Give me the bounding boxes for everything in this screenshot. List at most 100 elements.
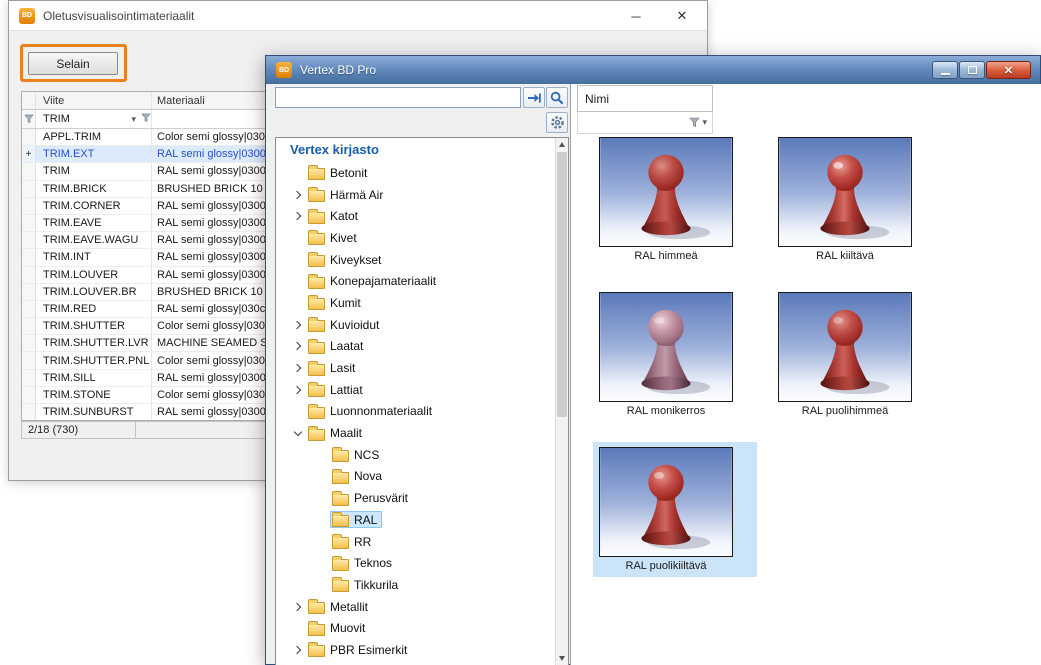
material-preview-pawn[interactable] bbox=[599, 447, 733, 557]
tree-item-kumit[interactable]: Kumit bbox=[276, 292, 568, 314]
tree-item-lattiat[interactable]: Lattiat bbox=[276, 379, 568, 401]
cell-viite: TRIM.LOUVER.BR bbox=[36, 284, 152, 300]
window-title: Vertex BD Pro bbox=[300, 63, 376, 77]
scroll-up-icon[interactable] bbox=[556, 138, 568, 151]
material-item-ral-kiiltava[interactable]: RAL kiiltävä bbox=[772, 132, 936, 267]
library-tree-panel[interactable]: Vertex kirjasto Betonit Härmä Air Katot … bbox=[275, 137, 569, 665]
folder-icon bbox=[332, 580, 349, 592]
tree-item-label: Katot bbox=[330, 209, 358, 223]
folder-icon bbox=[308, 407, 325, 419]
tree-item-luonnonmateriaalit[interactable]: Luonnonmateriaalit bbox=[276, 401, 568, 423]
tree-item-muovit[interactable]: Muovit bbox=[276, 617, 568, 639]
tree-item-label: Betonit bbox=[330, 166, 367, 180]
tree-item-rr[interactable]: RR bbox=[276, 531, 568, 553]
chevron-right-icon[interactable] bbox=[290, 642, 306, 658]
tree-root-label[interactable]: Vertex kirjasto bbox=[276, 138, 568, 162]
tree-item-lasit[interactable]: Lasit bbox=[276, 357, 568, 379]
chevron-right-icon[interactable] bbox=[290, 599, 306, 615]
tree-item-betonit[interactable]: Betonit bbox=[276, 162, 568, 184]
folder-icon bbox=[308, 233, 325, 245]
maximize-button[interactable] bbox=[959, 61, 985, 79]
go-arrow-button[interactable] bbox=[523, 87, 545, 108]
settings-button[interactable] bbox=[546, 112, 568, 133]
search-button[interactable] bbox=[546, 87, 568, 108]
tree-item-konepajamateriaalit[interactable]: Konepajamateriaalit bbox=[276, 270, 568, 292]
material-item-ral-monikerros[interactable]: RAL monikerros bbox=[593, 287, 757, 422]
row-marker bbox=[22, 249, 36, 265]
folder-icon bbox=[332, 450, 349, 462]
scroll-down-icon[interactable] bbox=[556, 652, 568, 665]
tree-item-kivet[interactable]: Kivet bbox=[276, 227, 568, 249]
row-marker bbox=[22, 284, 36, 300]
folder-icon bbox=[308, 385, 325, 397]
tree-item-label: Kiveykset bbox=[330, 253, 381, 267]
tree-item-ral-selected[interactable]: RAL bbox=[276, 509, 568, 531]
row-marker bbox=[22, 404, 36, 420]
folder-icon bbox=[332, 537, 349, 549]
chevron-right-icon[interactable] bbox=[290, 317, 306, 333]
cell-viite: TRIM.SILL bbox=[36, 370, 152, 386]
tree-item-harma-air[interactable]: Härmä Air bbox=[276, 184, 568, 206]
tree-item-tikkurila[interactable]: Tikkurila bbox=[276, 574, 568, 596]
chevron-right-icon[interactable] bbox=[290, 338, 306, 354]
material-item-ral-himmea[interactable]: RAL himmeä bbox=[593, 132, 757, 267]
tree-item-label: PBR Esimerkit bbox=[330, 643, 407, 657]
tree-item-label: Härmä Air bbox=[330, 188, 383, 202]
tree-item-nova[interactable]: Nova bbox=[276, 466, 568, 488]
row-marker bbox=[22, 335, 36, 351]
chevron-down-icon[interactable] bbox=[290, 425, 306, 441]
minimize-button[interactable] bbox=[932, 61, 958, 79]
column-header-viite[interactable]: Viite bbox=[36, 92, 152, 109]
chevron-right-icon[interactable] bbox=[290, 382, 306, 398]
folder-icon bbox=[308, 168, 325, 180]
row-header-cell bbox=[22, 92, 36, 109]
column-header-nimi[interactable]: Nimi bbox=[577, 85, 713, 112]
tree-item-pbr-esimerkit[interactable]: PBR Esimerkit bbox=[276, 639, 568, 661]
scrollbar-thumb[interactable] bbox=[557, 152, 567, 417]
tree-item-ncs[interactable]: NCS bbox=[276, 444, 568, 466]
tree-item-kiveykset[interactable]: Kiveykset bbox=[276, 249, 568, 271]
search-input[interactable] bbox=[275, 87, 521, 108]
tree-item-metallit[interactable]: Metallit bbox=[276, 596, 568, 618]
app-logo-icon: BD bbox=[19, 8, 35, 24]
tree-scrollbar[interactable] bbox=[555, 138, 568, 665]
titlebar[interactable]: BD Oletusvisualisointimateriaalit ─ ✕ bbox=[9, 1, 707, 31]
row-marker bbox=[22, 301, 36, 317]
row-marker bbox=[22, 198, 36, 214]
tree-item-perusvarit[interactable]: Perusvärit bbox=[276, 487, 568, 509]
material-preview-pawn[interactable] bbox=[778, 137, 912, 247]
folder-icon bbox=[332, 472, 349, 484]
tree-item-kuvioidut[interactable]: Kuvioidut bbox=[276, 314, 568, 336]
tree-item-laatat[interactable]: Laatat bbox=[276, 336, 568, 358]
tree-item-maalit[interactable]: Maalit bbox=[276, 422, 568, 444]
titlebar[interactable]: BD Vertex BD Pro ✕ bbox=[266, 56, 1040, 84]
tree-item-label: Perusvärit bbox=[354, 491, 408, 505]
close-button[interactable]: ✕ bbox=[986, 61, 1031, 79]
close-button[interactable]: ✕ bbox=[665, 1, 699, 31]
window-vertex-bd-pro: BD Vertex BD Pro ✕ Vertex kirjasto Beton… bbox=[265, 55, 1041, 665]
material-item-ral-puolikiiltava-selected[interactable]: RAL puolikiiltävä bbox=[593, 442, 757, 577]
row-marker bbox=[22, 352, 36, 368]
chevron-right-icon[interactable] bbox=[290, 208, 306, 224]
viite-filter-value[interactable]: TRIM bbox=[43, 113, 70, 125]
tree-item-teknos[interactable]: Teknos bbox=[276, 552, 568, 574]
nimi-filter-cell[interactable]: ▾ bbox=[577, 112, 713, 134]
magnifier-icon bbox=[550, 91, 564, 105]
screen: BD Oletusvisualisointimateriaalit ─ ✕ Se… bbox=[0, 0, 1041, 665]
chevron-right-icon[interactable] bbox=[290, 187, 306, 203]
material-item-ral-puolihimmea[interactable]: RAL puolihimmeä bbox=[772, 287, 936, 422]
folder-icon bbox=[308, 255, 325, 267]
viite-filter-cell[interactable]: TRIM ▾ bbox=[36, 110, 152, 128]
folder-icon bbox=[308, 364, 325, 376]
tree-item-label: Laatat bbox=[330, 339, 363, 353]
tree-item-label: Kuvioidut bbox=[330, 318, 379, 332]
tree-item-katot[interactable]: Katot bbox=[276, 205, 568, 227]
material-preview-pawn[interactable] bbox=[599, 292, 733, 402]
chevron-right-icon[interactable] bbox=[290, 360, 306, 376]
funnel-icon[interactable] bbox=[141, 113, 151, 126]
material-preview-pawn[interactable] bbox=[599, 137, 733, 247]
minimize-button[interactable]: ─ bbox=[619, 1, 653, 31]
material-preview-pawn[interactable] bbox=[778, 292, 912, 402]
dropdown-icon[interactable]: ▾ bbox=[131, 114, 136, 125]
folder-icon bbox=[308, 298, 325, 310]
